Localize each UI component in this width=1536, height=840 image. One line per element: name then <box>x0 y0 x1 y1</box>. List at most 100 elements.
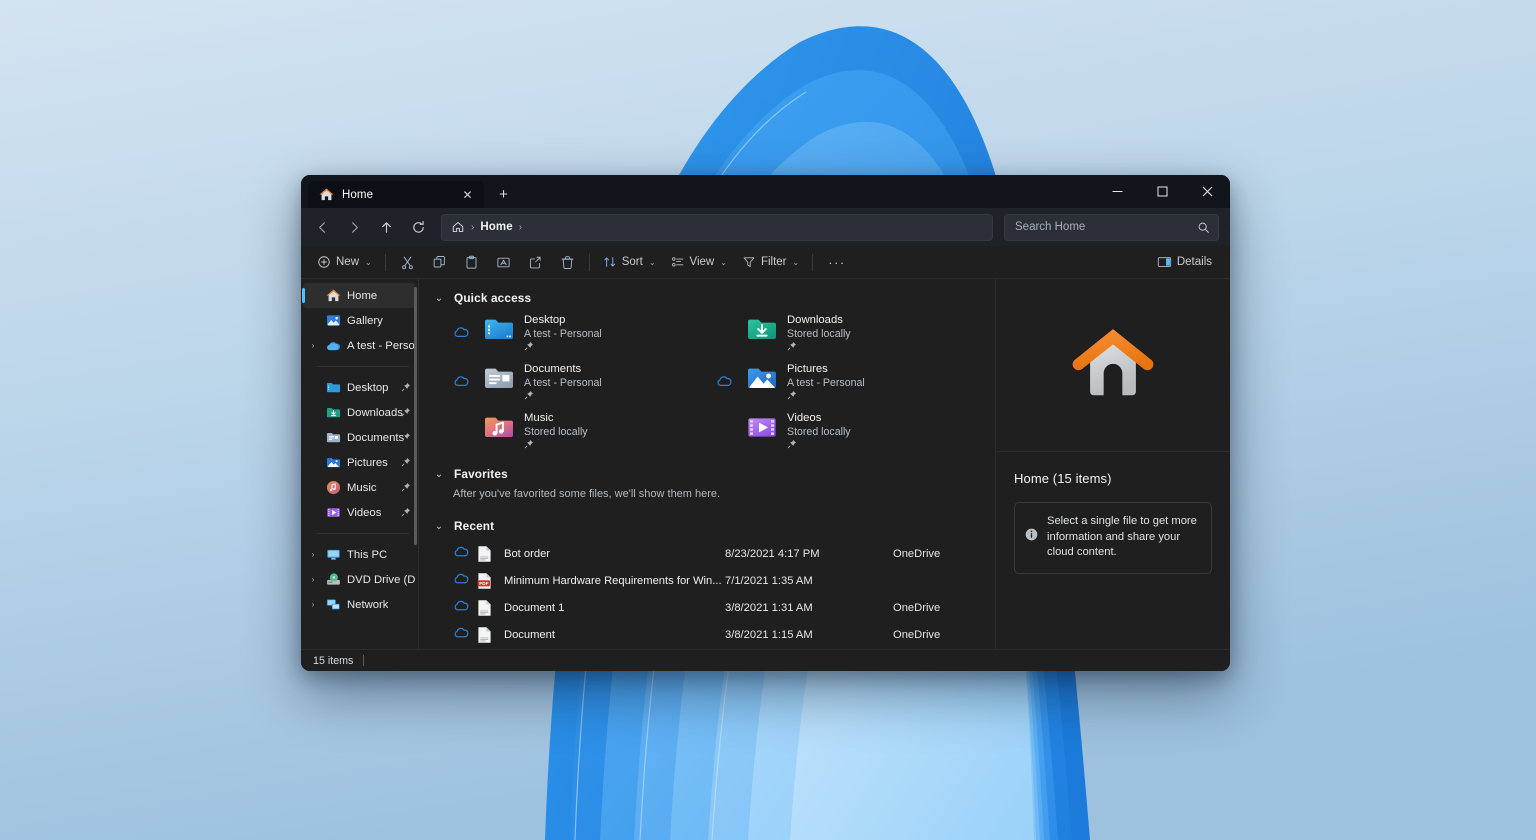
sidebar-scrollbar[interactable] <box>414 287 417 545</box>
quick-access-item-name: Desktop <box>524 313 602 327</box>
chevron-down-icon[interactable]: ⌄ <box>433 293 445 304</box>
rename-button[interactable] <box>488 249 519 275</box>
chevron-right-icon[interactable]: › <box>307 341 319 350</box>
sidebar-item-network[interactable]: › Network <box>303 592 415 617</box>
pin-icon <box>401 432 411 444</box>
sidebar-item-gallery[interactable]: Gallery <box>303 308 415 333</box>
sidebar-item-label: A test - Persona <box>347 340 415 352</box>
quick-access-header[interactable]: ⌄ Quick access <box>419 287 995 309</box>
back-button[interactable] <box>307 213 337 241</box>
paste-button[interactable] <box>456 249 487 275</box>
breadcrumb-separator-trailing[interactable]: › <box>518 222 523 233</box>
network-glyph <box>326 597 341 612</box>
breadcrumb[interactable]: › Home › <box>441 214 993 241</box>
home-icon-large-glyph <box>1070 324 1156 402</box>
sidebar-item-documents[interactable]: Documents <box>303 425 415 450</box>
table-row[interactable]: Bot order 8/23/2021 4:17 PM OneDrive <box>419 540 995 567</box>
quick-access-item[interactable]: Desktop A test - Personal <box>453 312 716 352</box>
sort-button[interactable]: Sort ⌄ <box>596 249 663 275</box>
more-options-button[interactable]: ··· <box>819 249 855 275</box>
tab-home[interactable]: Home ✕ <box>308 181 484 208</box>
refresh-button[interactable] <box>403 213 433 241</box>
music-folder-icon <box>325 480 341 496</box>
chevron-right-icon[interactable]: › <box>307 550 319 559</box>
filter-button[interactable]: Filter ⌄ <box>735 249 806 275</box>
quick-access-item-name: Pictures <box>787 362 865 376</box>
details-pane-button[interactable]: Details <box>1150 249 1219 275</box>
pin-icon <box>787 439 851 452</box>
share-button[interactable] <box>520 249 551 275</box>
command-bar: New ⌄ <box>301 246 1230 279</box>
text-file-icon <box>477 626 493 644</box>
sidebar-item-music[interactable]: Music <box>303 475 415 500</box>
sidebar-item-label: Downloads <box>347 407 403 419</box>
chevron-down-icon[interactable]: ⌄ <box>433 521 445 532</box>
arrow-up-icon <box>379 220 394 235</box>
quick-access-item[interactable]: Videos Stored locally <box>716 410 979 450</box>
filter-icon <box>742 255 756 269</box>
table-row[interactable]: Document 1 3/8/2021 1:31 AM OneDrive <box>419 594 995 621</box>
music-folder-icon <box>483 411 515 443</box>
pin-glyph <box>401 382 411 392</box>
chevron-down-icon[interactable]: ⌄ <box>433 469 445 480</box>
forward-button[interactable] <box>339 213 369 241</box>
sidebar-item-desktop[interactable]: Desktop <box>303 375 415 400</box>
sidebar-item-pictures[interactable]: Pictures <box>303 450 415 475</box>
recent-file-date: 7/1/2021 1:35 AM <box>725 575 893 587</box>
cut-button[interactable] <box>392 249 423 275</box>
minimize-button[interactable] <box>1095 175 1140 208</box>
view-button[interactable]: View ⌄ <box>664 249 734 275</box>
desktop-folder-glyph <box>326 380 341 395</box>
sidebar-item-label: Desktop <box>347 382 388 394</box>
command-separator-2 <box>589 254 590 271</box>
quick-access-item[interactable]: Downloads Stored locally <box>716 312 979 352</box>
close-window-button[interactable] <box>1185 175 1230 208</box>
status-item-count: 15 items <box>313 655 353 667</box>
sidebar-item-label: Videos <box>347 507 381 519</box>
quick-access-item-text: Videos Stored locally <box>787 410 851 452</box>
videos-folder-glyph <box>326 505 341 520</box>
search-box[interactable] <box>1004 214 1219 241</box>
new-tab-button[interactable]: + <box>490 181 517 208</box>
sidebar-item-dvd-drive[interactable]: › DVD Drive (D:) C <box>303 567 415 592</box>
window-controls <box>1095 175 1230 208</box>
chevron-right-icon[interactable]: › <box>307 575 319 584</box>
maximize-icon <box>1157 186 1168 197</box>
quick-access-item[interactable]: Documents A test - Personal <box>453 361 716 401</box>
sidebar-item-this-pc[interactable]: › This PC <box>303 542 415 567</box>
plus-circle-icon <box>317 255 331 269</box>
recent-file-date: 3/8/2021 1:31 AM <box>725 602 893 614</box>
delete-button[interactable] <box>552 249 583 275</box>
quick-access-item-text: Desktop A test - Personal <box>524 312 602 354</box>
breadcrumb-home-icon[interactable] <box>451 220 465 234</box>
breadcrumb-separator: › <box>470 222 475 233</box>
sidebar-item-downloads[interactable]: Downloads <box>303 400 415 425</box>
copy-button[interactable] <box>424 249 455 275</box>
quick-access-item-text: Documents A test - Personal <box>524 361 602 403</box>
recent-header[interactable]: ⌄ Recent <box>419 515 995 537</box>
quick-access-item-text: Downloads Stored locally <box>787 312 851 354</box>
quick-access-item[interactable]: Pictures A test - Personal <box>716 361 979 401</box>
quick-access-item[interactable]: Music Stored locally <box>453 410 716 450</box>
sidebar-item-onedrive[interactable]: › A test - Persona <box>303 333 415 358</box>
up-button[interactable] <box>371 213 401 241</box>
chevron-right-icon[interactable]: › <box>307 600 319 609</box>
close-tab-icon[interactable]: ✕ <box>459 186 476 203</box>
favorites-header[interactable]: ⌄ Favorites <box>419 463 995 485</box>
quick-access-item-subtitle: Stored locally <box>787 327 851 341</box>
gallery-icon <box>325 313 341 329</box>
search-icon[interactable] <box>1197 221 1210 234</box>
sidebar-item-home[interactable]: Home <box>303 283 415 308</box>
tab-strip: Home ✕ + <box>301 175 517 208</box>
breadcrumb-current[interactable]: Home <box>480 221 512 233</box>
sidebar-item-videos[interactable]: Videos <box>303 500 415 525</box>
search-input[interactable] <box>1015 221 1197 233</box>
new-button[interactable]: New ⌄ <box>310 249 379 275</box>
maximize-button[interactable] <box>1140 175 1185 208</box>
pin-icon <box>524 341 602 354</box>
pictures-folder-icon <box>746 362 778 394</box>
table-row[interactable]: PDF Minimum Hardware Requirements for Wi… <box>419 567 995 594</box>
share-icon <box>528 255 543 270</box>
table-row[interactable]: Document 3/8/2021 1:15 AM OneDrive <box>419 621 995 648</box>
command-separator <box>385 254 386 271</box>
